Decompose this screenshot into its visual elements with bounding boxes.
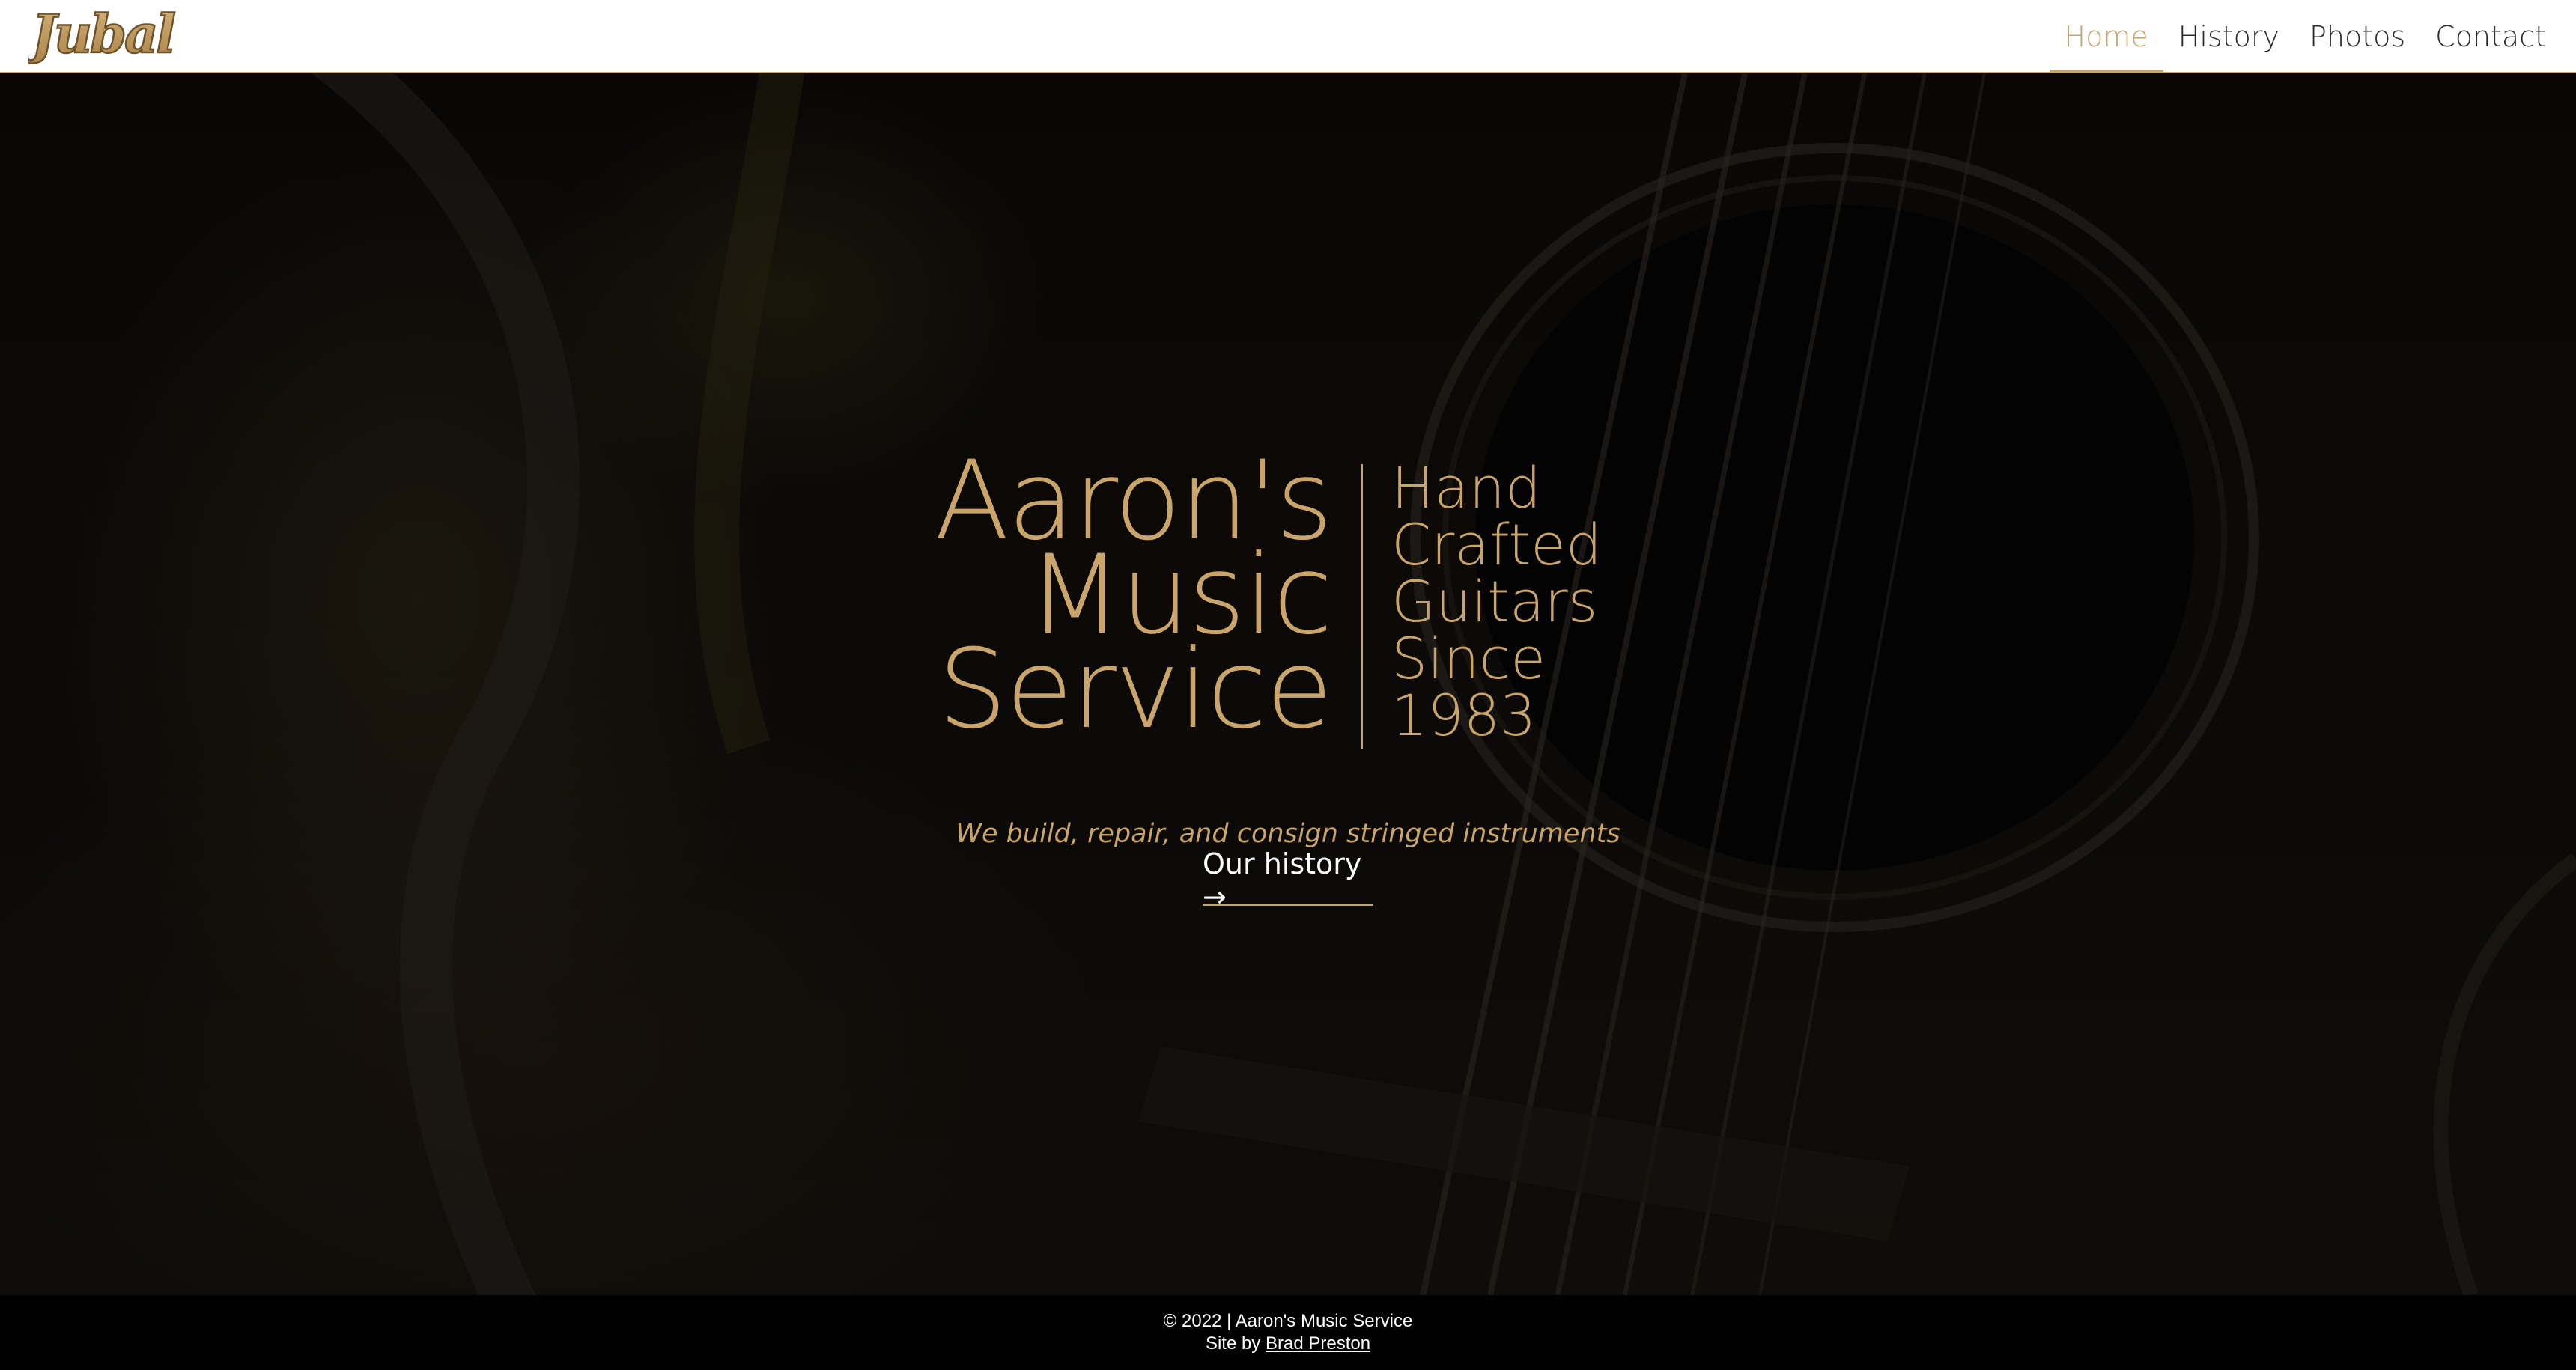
jubal-logo-icon: Jubal [22, 2, 178, 67]
hero-title: Aaron's Music Service [935, 446, 1333, 753]
title-divider [1361, 464, 1363, 749]
hero-subtitle: Hand Crafted Guitars Since 1983 [1391, 460, 1602, 744]
main-nav: Home History Photos Contact [2049, 0, 2576, 73]
hero-title-line-3: Service [938, 626, 1333, 753]
nav-history[interactable]: History [2163, 0, 2294, 73]
footer-credit-link[interactable]: Brad Preston [1266, 1333, 1370, 1354]
site-footer: © 2022 | Aaron's Music Service Site by B… [0, 1295, 2576, 1370]
hero-subtitle-line-3: Guitars [1391, 568, 1598, 635]
footer-copyright: © 2022 | Aaron's Music Service [1163, 1311, 1413, 1331]
hero-subtitle-line-2: Crafted [1391, 511, 1603, 578]
nav-home[interactable]: Home [2049, 0, 2163, 73]
hero-content: Aaron's Music Service Hand Crafted Guita… [0, 73, 2576, 1295]
jubal-logo[interactable]: Jubal [22, 2, 196, 67]
footer-credit: Site by Brad Preston [1206, 1333, 1370, 1355]
nav-photos[interactable]: Photos [2294, 0, 2420, 73]
hero-subtitle-line-4: Since [1391, 625, 1546, 692]
hero-tagline: We build, repair, and consign stringed i… [956, 819, 1620, 849]
site-header: Jubal Home History Photos Contact [0, 0, 2576, 73]
footer-credit-prefix: Site by [1205, 1333, 1266, 1354]
svg-text:Jubal: Jubal [28, 4, 174, 64]
hero-section: Aaron's Music Service Hand Crafted Guita… [0, 73, 2576, 1295]
nav-contact[interactable]: Contact [2420, 0, 2576, 73]
hero-subtitle-line-5: 1983 [1391, 682, 1537, 749]
hero-subtitle-line-1: Hand [1391, 454, 1542, 521]
our-history-link[interactable]: Our history → [1203, 847, 1373, 913]
